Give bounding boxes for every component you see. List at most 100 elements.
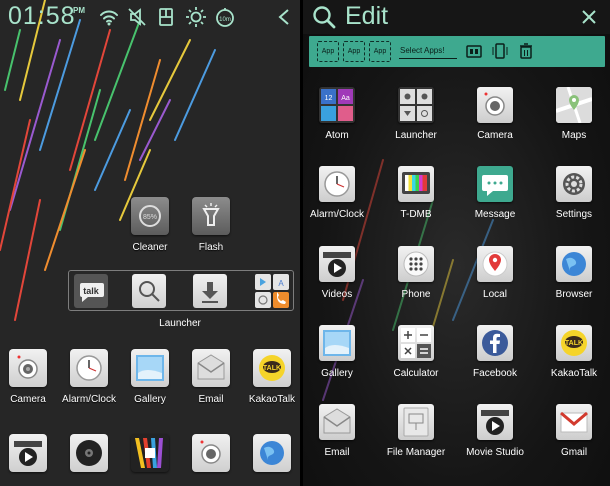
app-colorful[interactable] — [120, 434, 180, 472]
grid-app-settings[interactable]: Settings — [537, 166, 610, 220]
grid-app-file-manager[interactable]: File Manager — [379, 404, 453, 458]
svg-text:85%: 85% — [143, 214, 157, 221]
screen-icon[interactable] — [491, 42, 509, 60]
app-label: Camera — [477, 130, 513, 141]
app-label: Launcher — [395, 130, 437, 141]
app-slot-3[interactable]: App — [369, 41, 391, 62]
app-music[interactable] — [59, 434, 119, 472]
app-label: Facebook — [473, 368, 517, 379]
sim-icon[interactable] — [155, 6, 177, 28]
timer-icon[interactable]: 10m — [214, 6, 236, 28]
app-label: Movie Studio — [466, 447, 524, 458]
grid-app-facebook[interactable]: Facebook — [458, 325, 532, 379]
selection-toolbar: App App App Select Apps! — [309, 36, 605, 67]
app-kakaotalk[interactable]: TALK KakaoTalk — [242, 349, 300, 405]
app-label: Atom — [325, 130, 349, 141]
message-icon — [477, 166, 513, 202]
music-disc-icon — [70, 434, 108, 472]
app-camera-2[interactable] — [181, 434, 241, 472]
colorful-app-icon — [131, 434, 169, 472]
app-label: Phone — [401, 289, 431, 300]
search-icon[interactable] — [132, 274, 166, 308]
grid-app-movie-studio[interactable]: Movie Studio — [458, 404, 532, 458]
svg-text:TALK: TALK — [263, 365, 281, 372]
svg-text:10m: 10m — [219, 17, 231, 23]
app-label: Videos — [321, 289, 353, 300]
svg-text:talk: talk — [83, 286, 100, 296]
grid-app-tdmb[interactable]: T-DMB — [379, 166, 453, 220]
trash-icon[interactable] — [517, 42, 535, 60]
launcher-grid-icon[interactable]: A — [255, 274, 289, 308]
app-label: Maps — [561, 130, 587, 141]
grid-app-browser[interactable]: Browser — [537, 246, 610, 300]
app-browser[interactable] — [242, 434, 300, 472]
grid-app-calculator[interactable]: Calculator — [379, 325, 453, 379]
brightness-icon[interactable] — [185, 6, 207, 28]
clock-ampm: PM — [73, 6, 85, 15]
tv-icon — [398, 166, 434, 202]
clock-icon — [319, 166, 355, 202]
app-label: Gallery — [321, 368, 353, 379]
svg-text:12: 12 — [325, 95, 333, 102]
launcher-folder[interactable]: talk A — [68, 270, 294, 311]
app-label: Camera — [10, 394, 46, 405]
kakaotalk-icon: TALK — [253, 349, 291, 387]
app-label: Email — [198, 394, 224, 405]
app-camera[interactable]: Camera — [0, 349, 58, 405]
app-flash[interactable]: Flash — [181, 197, 241, 253]
grid-app-kakaotalk[interactable]: TALK KakaoTalk — [537, 325, 610, 379]
grid-app-maps[interactable]: Maps — [537, 87, 610, 141]
search-icon[interactable] — [311, 4, 337, 30]
app-label: KakaoTalk — [550, 368, 598, 379]
mute-icon[interactable] — [126, 6, 148, 28]
app-cleaner[interactable]: 85% Cleaner — [120, 197, 180, 253]
grid-app-message[interactable]: Message — [458, 166, 532, 220]
grid-app-email[interactable]: Email — [303, 404, 374, 458]
grid-app-local[interactable]: Local — [458, 246, 532, 300]
svg-text:A: A — [278, 279, 284, 288]
email-icon — [319, 404, 355, 440]
gmail-icon — [556, 404, 592, 440]
grid-app-videos[interactable]: Videos — [303, 246, 374, 300]
camera-icon — [9, 349, 47, 387]
grid-app-phone[interactable]: Phone — [379, 246, 453, 300]
kakaotalk-talk-icon[interactable]: talk — [74, 274, 108, 308]
app-label: Alarm/Clock — [310, 209, 364, 220]
grid-app-alarm-clock[interactable]: Alarm/Clock — [303, 166, 374, 220]
download-icon[interactable] — [193, 274, 227, 308]
grid-app-camera[interactable]: Camera — [458, 87, 532, 141]
app-label: Email — [324, 447, 350, 458]
app-alarm-clock[interactable]: Alarm/Clock — [59, 349, 119, 405]
video-icon — [9, 434, 47, 472]
camera-icon — [477, 87, 513, 123]
grid-app-gmail[interactable]: Gmail — [537, 404, 610, 458]
globe-icon — [556, 246, 592, 282]
app-email[interactable]: Email — [181, 349, 241, 405]
back-chevron-icon[interactable] — [276, 6, 292, 28]
phone-keypad-icon — [398, 246, 434, 282]
clock-time: 01:58 — [8, 2, 76, 30]
close-icon[interactable] — [578, 6, 600, 28]
edit-screen: Edit App App App Select Apps! 12 Aa Atom — [303, 0, 610, 486]
email-icon — [192, 349, 230, 387]
camera-icon — [192, 434, 230, 472]
grid-app-atom[interactable]: 12 Aa Atom — [303, 87, 374, 141]
app-slot-2[interactable]: App — [343, 41, 365, 62]
grid-app-gallery[interactable]: Gallery — [303, 325, 374, 379]
app-gallery[interactable]: Gallery — [120, 349, 180, 405]
location-pin-icon — [477, 246, 513, 282]
svg-text:TALK: TALK — [565, 340, 583, 347]
facebook-icon — [477, 325, 513, 361]
cleaner-icon: 85% — [131, 197, 169, 235]
grid-app-launcher[interactable]: Launcher — [379, 87, 453, 141]
home-screen: 01:58 PM 10m 85% Cleaner Flash talk A La… — [0, 0, 300, 486]
app-label: Alarm/Clock — [62, 394, 116, 405]
gallery-icon — [131, 349, 169, 387]
app-slot-1[interactable]: App — [317, 41, 339, 62]
select-apps-label: Select Apps! — [400, 46, 445, 55]
app-label: Flash — [198, 242, 224, 253]
folder-icon[interactable] — [465, 42, 483, 60]
app-label: Message — [474, 209, 516, 220]
clock-icon — [70, 349, 108, 387]
app-videos[interactable] — [0, 434, 58, 472]
